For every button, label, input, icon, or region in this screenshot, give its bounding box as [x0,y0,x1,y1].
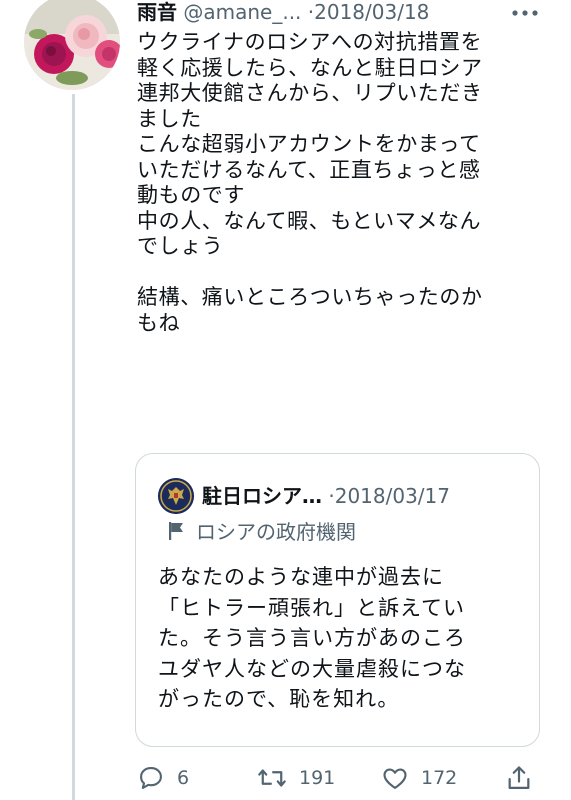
russian-emblem-avatar[interactable] [158,478,194,514]
more-dots-icon[interactable] [510,4,540,16]
tweet: 雨音 @amane_... ·2018/03/18 ウクライナのロシアへの対抗措… [0,0,571,800]
tweet-text: ウクライナのロシアへの対抗措置を 軽く応援したら、なんと駐日ロシア 連邦大使館さ… [137,30,483,335]
emblem-icon [158,478,194,514]
retweet-icon [258,769,286,787]
thread-line [72,94,75,800]
quoted-tweet-date[interactable]: 2018/03/17 [335,484,450,508]
retweet-button[interactable]: 191 [257,763,335,793]
display-name[interactable]: 雨音 [137,0,177,24]
tweet-actions: 6 191 172 [137,763,547,793]
like-button[interactable]: 172 [381,763,457,793]
tweet-header: 雨音 @amane_... ·2018/03/18 [137,0,557,28]
government-label: ロシアの政府機関 [166,518,506,546]
user-handle[interactable]: @amane_... [183,0,301,24]
reply-count: 6 [177,767,190,789]
reply-icon [140,767,162,789]
quoted-display-name[interactable]: 駐日ロシア… [202,484,322,508]
share-icon [508,766,530,790]
user-avatar[interactable] [24,0,120,90]
quoted-tweet-text: あなたのような連中が過去に 「ヒトラー頑張れ」と訴えてい た。そう言う言い方があ… [158,565,466,711]
quoted-tweet[interactable]: 駐日ロシア… ·2018/03/17 ロシアの政府機関 あなたのような連中が過去… [135,453,540,747]
quoted-tweet-header: 駐日ロシア… ·2018/03/17 [202,482,532,510]
flag-icon [166,520,188,542]
tweet-date[interactable]: 2018/03/18 [314,0,429,24]
government-label-text: ロシアの政府機関 [196,520,356,544]
rose-avatar-image [24,0,120,90]
retweet-count: 191 [299,767,336,789]
heart-icon [383,768,407,789]
share-button[interactable] [505,763,533,793]
like-count: 172 [421,767,458,789]
reply-button[interactable]: 6 [137,763,189,793]
